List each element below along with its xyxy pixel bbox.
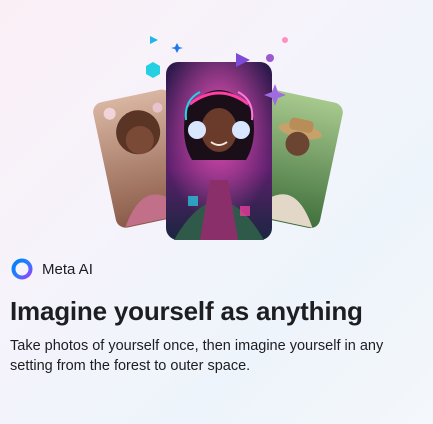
meta-ai-promo-card[interactable]: Meta AI Imagine yourself as anything Tak… <box>0 0 433 424</box>
triangle-icon <box>150 36 158 44</box>
dot-icon <box>282 37 288 43</box>
hexagon-icon <box>146 62 160 78</box>
hero-image <box>93 36 343 240</box>
meta-ai-ring-icon <box>11 258 33 280</box>
brand-row: Meta AI <box>10 257 93 281</box>
hero-illustration <box>0 0 433 245</box>
description: Take photos of yourself once, then imagi… <box>10 338 384 374</box>
center-photo-card <box>166 62 272 240</box>
headline: Imagine yourself as anything <box>10 296 363 326</box>
brand-name: Meta AI <box>42 260 93 278</box>
sparkle-icon <box>171 43 183 53</box>
dot-icon <box>266 54 274 62</box>
